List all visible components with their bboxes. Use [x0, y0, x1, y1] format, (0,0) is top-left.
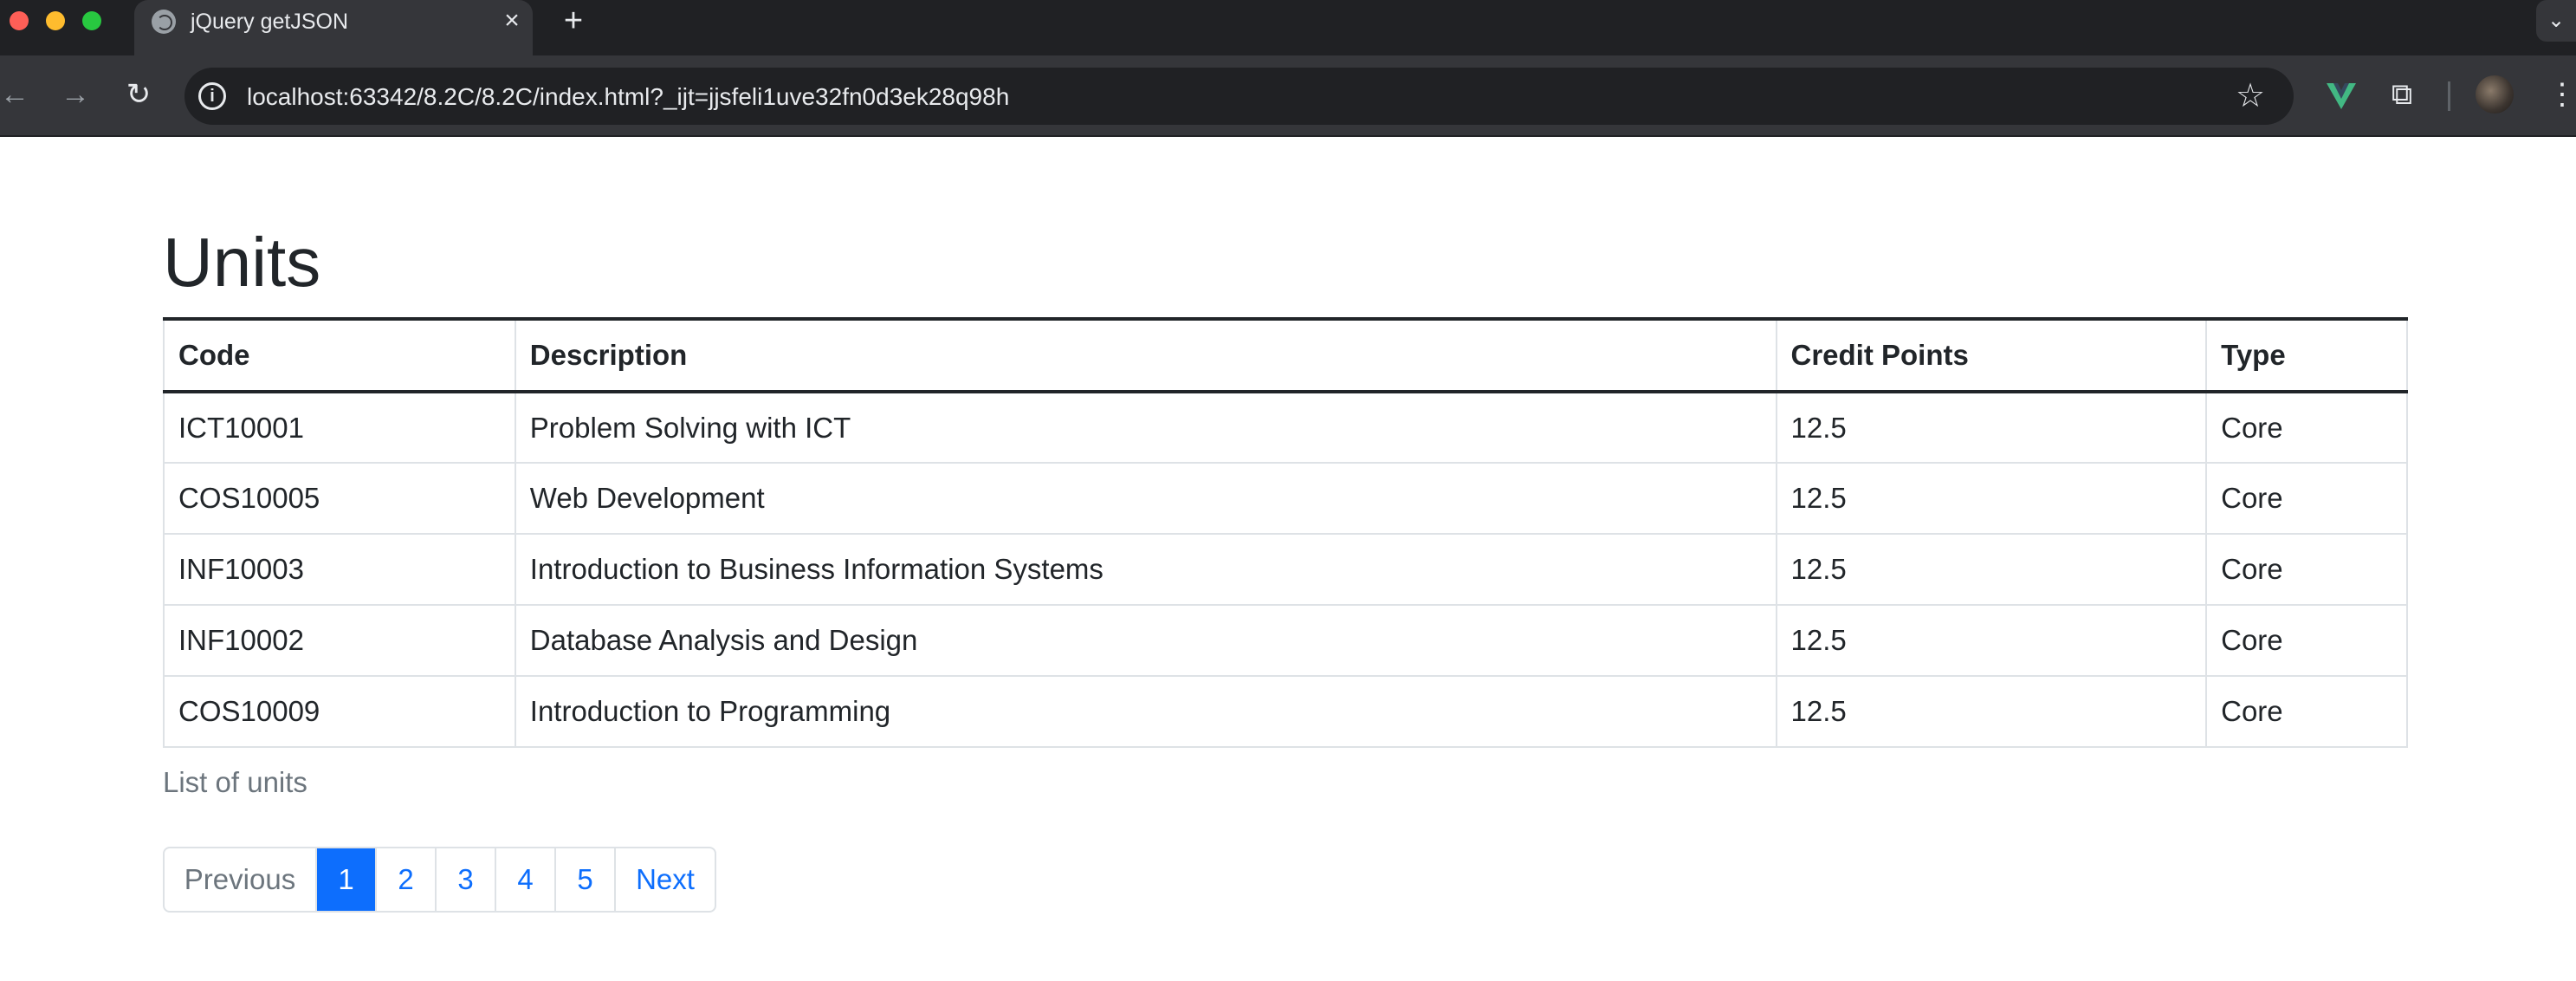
- pagination: Previous 1 2 3 4 5 Next: [163, 847, 716, 913]
- cell-type: Core: [2205, 675, 2408, 748]
- page-2-button[interactable]: 2: [375, 848, 435, 911]
- tab-search-button[interactable]: ⌄: [2536, 0, 2576, 42]
- header-type: Type: [2205, 317, 2408, 393]
- cell-credit-points: 12.5: [1775, 604, 2208, 677]
- table-row: COS10009 Introduction to Programming 12.…: [163, 675, 2408, 748]
- previous-page-button[interactable]: Previous: [165, 848, 315, 911]
- cell-credit-points: 12.5: [1775, 675, 2208, 748]
- cell-description: Introduction to Programming: [514, 675, 1777, 748]
- cell-credit-points: 12.5: [1775, 462, 2208, 535]
- back-button[interactable]: ←: [0, 73, 36, 116]
- page-5-button[interactable]: 5: [554, 848, 614, 911]
- close-tab-icon[interactable]: ×: [496, 5, 527, 36]
- cell-type: Core: [2205, 604, 2408, 677]
- page-title: Units: [163, 224, 321, 301]
- cell-credit-points: 12.5: [1775, 533, 2208, 606]
- units-table: Code Description Credit Points Type ICT1…: [163, 317, 2408, 748]
- cell-description: Introduction to Business Information Sys…: [514, 533, 1777, 606]
- page-content: Units Code Description Credit Points Typ…: [0, 137, 2576, 981]
- cell-description: Database Analysis and Design: [514, 604, 1777, 677]
- cell-type: Core: [2205, 391, 2408, 464]
- browser-toolbar: ← → ↻ i localhost:63342/8.2C/8.2C/index.…: [0, 55, 2576, 137]
- address-bar[interactable]: i localhost:63342/8.2C/8.2C/index.html?_…: [184, 68, 2294, 125]
- cell-code: ICT10001: [163, 391, 516, 464]
- header-code: Code: [163, 317, 516, 393]
- maximize-window-button[interactable]: [82, 11, 101, 30]
- tab-title: jQuery getJSON: [191, 10, 349, 34]
- globe-icon: [152, 10, 176, 34]
- browser-menu-icon[interactable]: ⋮: [2545, 73, 2576, 116]
- cell-code: COS10009: [163, 675, 516, 748]
- tab-strip: jQuery getJSON × + ⌄: [0, 0, 2576, 55]
- cell-code: COS10005: [163, 462, 516, 535]
- close-window-button[interactable]: [10, 11, 29, 30]
- table-row: INF10003 Introduction to Business Inform…: [163, 533, 2408, 606]
- forward-button[interactable]: →: [54, 73, 97, 116]
- next-page-button[interactable]: Next: [614, 848, 715, 911]
- minimize-window-button[interactable]: [46, 11, 65, 30]
- table-row: INF10002 Database Analysis and Design 12…: [163, 604, 2408, 677]
- table-caption: List of units: [163, 766, 307, 798]
- reload-button[interactable]: ↻: [117, 73, 160, 116]
- table-header-row: Code Description Credit Points Type: [163, 317, 2408, 393]
- page-3-button[interactable]: 3: [435, 848, 495, 911]
- header-credit-points: Credit Points: [1775, 317, 2208, 393]
- cell-type: Core: [2205, 462, 2408, 535]
- new-tab-button[interactable]: +: [554, 2, 592, 40]
- vue-devtools-icon[interactable]: [2320, 73, 2363, 116]
- cell-description: Web Development: [514, 462, 1777, 535]
- table-row: ICT10001 Problem Solving with ICT 12.5 C…: [163, 391, 2408, 464]
- extensions-puzzle-icon[interactable]: ⧉: [2380, 73, 2424, 116]
- page-4-button[interactable]: 4: [495, 848, 554, 911]
- url-text[interactable]: localhost:63342/8.2C/8.2C/index.html?_ij…: [247, 82, 1009, 112]
- cell-type: Core: [2205, 533, 2408, 606]
- header-description: Description: [514, 317, 1777, 393]
- cell-code: INF10003: [163, 533, 516, 606]
- cell-description: Problem Solving with ICT: [514, 391, 1777, 464]
- cell-credit-points: 12.5: [1775, 391, 2208, 464]
- browser-tab[interactable]: jQuery getJSON ×: [134, 0, 533, 55]
- cell-code: INF10002: [163, 604, 516, 677]
- table-row: COS10005 Web Development 12.5 Core: [163, 462, 2408, 535]
- bookmark-star-icon[interactable]: ☆: [2230, 76, 2270, 116]
- site-info-icon[interactable]: i: [198, 82, 226, 110]
- toolbar-divider: [2448, 81, 2450, 111]
- profile-avatar[interactable]: [2476, 75, 2514, 114]
- page-1-button[interactable]: 1: [315, 848, 375, 911]
